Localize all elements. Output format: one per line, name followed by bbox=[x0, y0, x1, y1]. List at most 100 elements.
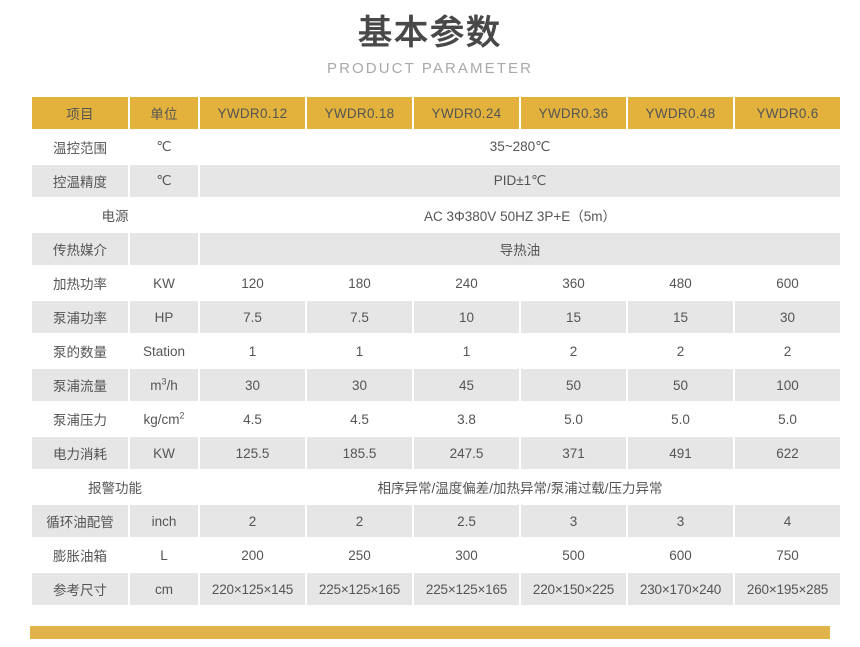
row-unit: ℃ bbox=[130, 165, 198, 198]
row-label: 泵的数量 bbox=[32, 335, 128, 368]
cell-value: 5.0 bbox=[735, 403, 840, 436]
cell-value: 4.5 bbox=[307, 403, 412, 436]
row-merged-value: 35~280℃ bbox=[200, 131, 840, 164]
cell-value: 750 bbox=[735, 539, 840, 572]
column-header-2: YWDR0.12 bbox=[200, 97, 305, 130]
cell-value: 2 bbox=[628, 335, 733, 368]
cell-value: 30 bbox=[735, 301, 840, 334]
cell-value: 2 bbox=[307, 505, 412, 538]
cell-value: 10 bbox=[414, 301, 519, 334]
cell-value: 230×170×240 bbox=[628, 573, 733, 606]
cell-value: 1 bbox=[200, 335, 305, 368]
cell-value: 125.5 bbox=[200, 437, 305, 470]
row-unit bbox=[130, 233, 198, 266]
row-merged-value: 相序异常/温度偏差/加热异常/泵浦过载/压力异常 bbox=[200, 471, 840, 504]
cell-value: 120 bbox=[200, 267, 305, 300]
table-row: 加热功率 KW 120 180 240 360 480 600 bbox=[32, 267, 840, 300]
table-row: 温控范围 ℃ 35~280℃ bbox=[32, 131, 840, 164]
cell-value: 7.5 bbox=[200, 301, 305, 334]
row-unit: KW bbox=[130, 437, 198, 470]
cell-value: 180 bbox=[307, 267, 412, 300]
cell-value: 220×150×225 bbox=[521, 573, 626, 606]
cell-value: 500 bbox=[521, 539, 626, 572]
row-unit: KW bbox=[130, 267, 198, 300]
cell-value: 3 bbox=[521, 505, 626, 538]
row-label: 报警功能 bbox=[32, 471, 198, 504]
cell-value: 225×125×165 bbox=[414, 573, 519, 606]
table-body: 温控范围 ℃ 35~280℃ 控温精度 ℃ PID±1℃ 电源 AC 3Φ380V 50HZ … bbox=[32, 131, 840, 606]
table-row: 泵浦功率 HP 7.5 7.5 10 15 15 30 bbox=[32, 301, 840, 334]
row-label: 温控范围 bbox=[32, 131, 128, 164]
row-unit: cm bbox=[130, 573, 198, 606]
table-header: 项目 单位 YWDR0.12 YWDR0.18 YWDR0.24 YWDR0.36 YWDR… bbox=[32, 97, 840, 130]
row-label: 膨胀油箱 bbox=[32, 539, 128, 572]
table-row: 泵的数量 Station 1 1 1 2 2 2 bbox=[32, 335, 840, 368]
row-label: 传热媒介 bbox=[32, 233, 128, 266]
row-merged-value: PID±1℃ bbox=[200, 165, 840, 198]
table-row: 泵浦压力 kg/cm2 4.5 4.5 3.8 5.0 5.0 5.0 bbox=[32, 403, 840, 436]
cell-value: 30 bbox=[200, 369, 305, 402]
cell-value: 371 bbox=[521, 437, 626, 470]
cell-value: 480 bbox=[628, 267, 733, 300]
row-unit: L bbox=[130, 539, 198, 572]
cell-value: 5.0 bbox=[628, 403, 733, 436]
cell-value: 622 bbox=[735, 437, 840, 470]
row-label: 参考尺寸 bbox=[32, 573, 128, 606]
row-label: 泵浦流量 bbox=[32, 369, 128, 402]
cell-value: 3.8 bbox=[414, 403, 519, 436]
cell-value: 240 bbox=[414, 267, 519, 300]
row-label: 加热功率 bbox=[32, 267, 128, 300]
row-label: 控温精度 bbox=[32, 165, 128, 198]
cell-value: 2.5 bbox=[414, 505, 519, 538]
spec-table-wrapper: 项目 单位 YWDR0.12 YWDR0.18 YWDR0.24 YWDR0.36 YWDR… bbox=[30, 95, 840, 607]
bottom-accent-bar bbox=[30, 626, 830, 639]
table-row: 泵浦流量 m3/h 30 30 45 50 50 100 bbox=[32, 369, 840, 402]
cell-value: 5.0 bbox=[521, 403, 626, 436]
cell-value: 45 bbox=[414, 369, 519, 402]
column-header-7: YWDR0.6 bbox=[735, 97, 840, 130]
cell-value: 2 bbox=[521, 335, 626, 368]
row-unit: Station bbox=[130, 335, 198, 368]
cell-value: 260×195×285 bbox=[735, 573, 840, 606]
row-merged-value: AC 3Φ380V 50HZ 3P+E（5m） bbox=[200, 199, 840, 232]
table-row: 控温精度 ℃ PID±1℃ bbox=[32, 165, 840, 198]
cell-value: 50 bbox=[628, 369, 733, 402]
cell-value: 185.5 bbox=[307, 437, 412, 470]
header-row: 项目 单位 YWDR0.12 YWDR0.18 YWDR0.24 YWDR0.36 YWDR… bbox=[32, 97, 840, 130]
cell-value: 220×125×145 bbox=[200, 573, 305, 606]
column-header-0: 项目 bbox=[32, 97, 128, 130]
cell-value: 2 bbox=[200, 505, 305, 538]
row-unit: ℃ bbox=[130, 131, 198, 164]
row-label: 电源 bbox=[32, 199, 198, 232]
page-title: 基本参数 bbox=[358, 14, 502, 52]
row-label: 泵浦压力 bbox=[32, 403, 128, 436]
cell-value: 100 bbox=[735, 369, 840, 402]
page-subtitle: PRODUCT PARAMETER bbox=[327, 60, 533, 78]
row-unit: HP bbox=[130, 301, 198, 334]
row-label: 泵浦功率 bbox=[32, 301, 128, 334]
column-header-1: 单位 bbox=[130, 97, 198, 130]
product-parameter-page: 基本参数 PRODUCT PARAMETER 项目 单位 YWDR0.12 YWDR0… bbox=[0, 0, 860, 647]
cell-value: 30 bbox=[307, 369, 412, 402]
specification-table: 项目 单位 YWDR0.12 YWDR0.18 YWDR0.24 YWDR0.36 YWDR… bbox=[30, 95, 842, 607]
row-unit: kg/cm2 bbox=[130, 403, 198, 436]
cell-value: 15 bbox=[628, 301, 733, 334]
cell-value: 225×125×165 bbox=[307, 573, 412, 606]
cell-value: 600 bbox=[628, 539, 733, 572]
column-header-4: YWDR0.24 bbox=[414, 97, 519, 130]
cell-value: 200 bbox=[200, 539, 305, 572]
cell-value: 360 bbox=[521, 267, 626, 300]
table-row: 循环油配管 inch 2 2 2.5 3 3 4 bbox=[32, 505, 840, 538]
row-unit: inch bbox=[130, 505, 198, 538]
cell-value: 4 bbox=[735, 505, 840, 538]
column-header-5: YWDR0.36 bbox=[521, 97, 626, 130]
cell-value: 2 bbox=[735, 335, 840, 368]
table-row: 膨胀油箱 L 200 250 300 500 600 750 bbox=[32, 539, 840, 572]
column-header-3: YWDR0.18 bbox=[307, 97, 412, 130]
table-row: 参考尺寸 cm 220×125×145 225×125×165 225×125×165 2… bbox=[32, 573, 840, 606]
cell-value: 600 bbox=[735, 267, 840, 300]
cell-value: 247.5 bbox=[414, 437, 519, 470]
row-label: 循环油配管 bbox=[32, 505, 128, 538]
cell-value: 1 bbox=[307, 335, 412, 368]
row-merged-value: 导热油 bbox=[200, 233, 840, 266]
